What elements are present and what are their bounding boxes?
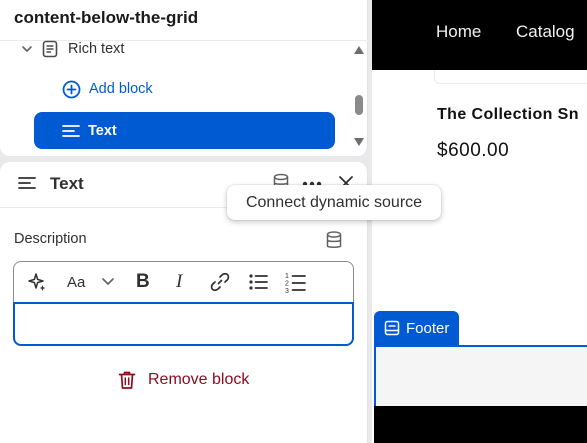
product-price: $600.00 (437, 140, 510, 161)
rich-text-toolbar: Aa B I 1 2 3 (13, 261, 354, 303)
preview-header: Home Catalog (372, 0, 587, 70)
scroll-down-icon[interactable] (354, 138, 364, 146)
remove-block-label: Remove block (148, 371, 250, 388)
settings-title: Text (50, 174, 84, 193)
font-style-icon[interactable]: Aa (67, 274, 85, 291)
magic-icon[interactable] (27, 272, 47, 292)
nav-catalog-link[interactable]: Catalog (516, 22, 575, 42)
section-title: content-below-the-grid (14, 8, 199, 27)
trash-icon (118, 371, 136, 389)
rich-text-icon (42, 40, 58, 58)
svg-text:3: 3 (285, 288, 289, 294)
italic-icon[interactable]: I (176, 271, 182, 293)
description-label: Description (14, 231, 87, 247)
bold-icon[interactable]: B (136, 271, 150, 293)
bullet-list-icon[interactable] (248, 272, 268, 292)
tree-item-label: Text (88, 122, 117, 139)
scroll-up-icon[interactable] (354, 46, 364, 54)
tooltip: Connect dynamic source (227, 185, 441, 220)
plus-circle-icon (62, 80, 81, 98)
numbered-list-icon[interactable]: 1 2 3 (285, 272, 307, 294)
add-block-label: Add block (89, 81, 153, 97)
tree-item-label: Rich text (68, 41, 125, 57)
scroll-thumb[interactable] (355, 95, 363, 115)
remove-block-button[interactable]: Remove block (118, 370, 249, 390)
tree-item-rich-text[interactable]: Rich text (20, 38, 124, 60)
footer-section-label: Footer (406, 319, 450, 337)
svg-text:2: 2 (285, 281, 289, 288)
block-tree-panel: content-below-the-grid Rich text Add blo… (0, 0, 368, 156)
description-editor[interactable] (13, 302, 354, 346)
tree-item-text-selected[interactable]: Text (34, 112, 335, 149)
text-align-icon (18, 177, 36, 189)
connect-dynamic-source-icon[interactable] (324, 230, 344, 250)
footer-section-icon (384, 320, 400, 336)
nav-home-link[interactable]: Home (436, 22, 481, 42)
tree-scrollbar[interactable] (352, 44, 366, 150)
theme-editor: content-below-the-grid Rich text Add blo… (0, 0, 587, 443)
storefront-preview: Home Catalog The Collection Sn $600.00 F… (372, 0, 587, 443)
footer-bar (374, 406, 587, 443)
add-block-button[interactable]: Add block (62, 78, 153, 100)
link-icon[interactable] (210, 272, 230, 292)
svg-text:1: 1 (285, 273, 289, 280)
footer-section-tag[interactable]: Footer (374, 311, 460, 345)
chevron-down-icon[interactable] (20, 42, 34, 56)
product-title[interactable]: The Collection Sn (437, 106, 579, 124)
chevron-down-icon[interactable] (101, 277, 115, 287)
product-card-edge (434, 70, 587, 84)
text-align-icon (62, 124, 80, 137)
